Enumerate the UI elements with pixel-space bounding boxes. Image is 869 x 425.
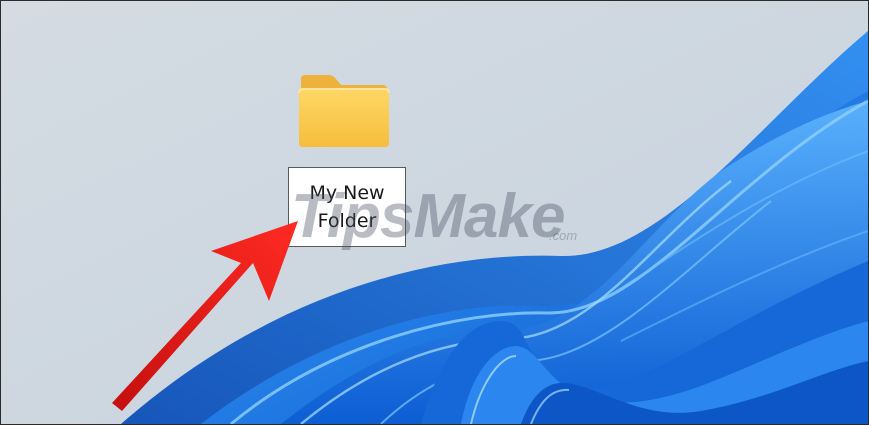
screenshot-frame: My New Folder TipsMake .com bbox=[0, 0, 869, 425]
red-arrow-icon bbox=[112, 221, 298, 411]
desktop[interactable]: My New Folder TipsMake .com bbox=[1, 1, 868, 424]
